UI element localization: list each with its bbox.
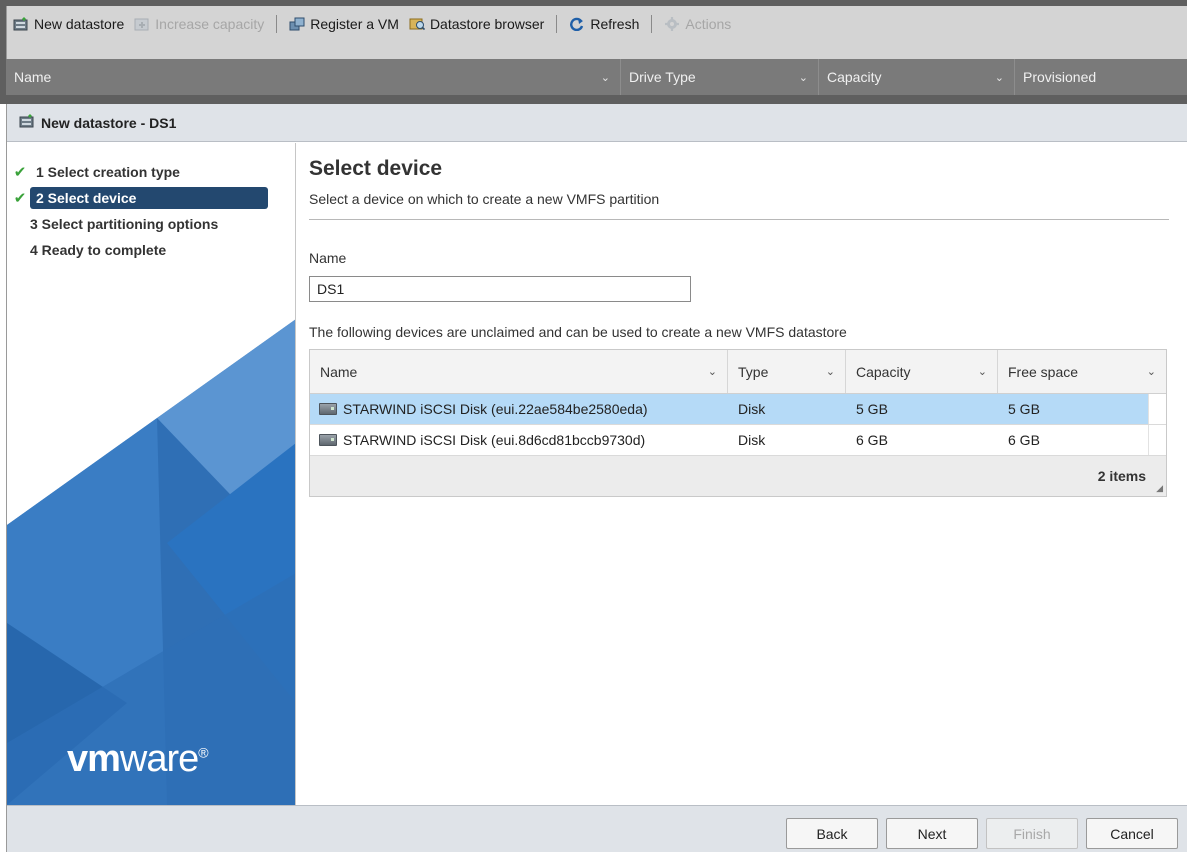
column-header-type[interactable]: Type ⌄	[728, 350, 846, 393]
new-datastore-icon	[13, 17, 29, 31]
chevron-down-icon: ⌄	[977, 366, 987, 378]
chevron-down-icon: ⌄	[707, 366, 717, 378]
increase-capacity-icon	[134, 17, 150, 31]
main-toolbar: New datastore Increase capacity Register…	[6, 6, 1187, 65]
table-row[interactable]: STARWIND iSCSI Disk (eui.22ae584be2580ed…	[310, 394, 1166, 425]
increase-capacity-button[interactable]: Increase capacity	[134, 16, 264, 32]
table-scrollbar[interactable]	[1148, 394, 1166, 424]
wizard-steps: ✔ 1 Select creation type ✔ 2 Select devi…	[7, 159, 295, 263]
new-datastore-dialog: New datastore - DS1 ✔ 1 Select creation …	[6, 104, 1187, 852]
toolbar-divider	[651, 15, 653, 33]
check-icon: ✔	[13, 190, 27, 207]
back-button[interactable]: Back	[786, 818, 878, 849]
column-header-name[interactable]: Name ⌄	[310, 350, 728, 393]
register-vm-label: Register a VM	[310, 16, 399, 32]
disk-icon	[319, 403, 337, 415]
next-button[interactable]: Next	[886, 818, 978, 849]
column-header-capacity[interactable]: Capacity ⌄	[846, 350, 998, 393]
toolbar-divider	[556, 15, 558, 33]
chevron-down-icon: ⌄	[994, 71, 1004, 84]
column-header-free-space[interactable]: Free space ⌄	[998, 350, 1166, 393]
vmware-logo: vmware®	[67, 738, 209, 780]
dialog-title: New datastore - DS1	[41, 114, 177, 131]
datastore-browser-button[interactable]: Datastore browser	[409, 16, 544, 32]
devices-description: The following devices are unclaimed and …	[309, 324, 847, 340]
table-scrollbar[interactable]	[1148, 425, 1166, 455]
table-header: Name ⌄ Type ⌄ Capacity ⌄ Free space ⌄	[310, 350, 1166, 394]
dialog-footer: Back Next Finish Cancel	[7, 805, 1187, 852]
bg-column-capacity[interactable]: Capacity ⌄	[819, 59, 1015, 95]
refresh-label: Refresh	[590, 16, 640, 32]
table-footer: 2 items ◢	[310, 456, 1166, 496]
bg-column-name[interactable]: Name ⌄	[6, 59, 621, 95]
actions-gear-icon	[664, 17, 680, 31]
disk-icon	[319, 434, 337, 446]
wizard-sidebar: ✔ 1 Select creation type ✔ 2 Select devi…	[7, 143, 296, 805]
chevron-down-icon: ⌄	[600, 71, 610, 84]
new-datastore-label: New datastore	[34, 16, 125, 32]
step-select-device[interactable]: ✔ 2 Select device	[7, 185, 295, 211]
item-count: 2 items	[1097, 468, 1146, 484]
check-icon: ✔	[13, 164, 27, 181]
datastore-browser-label: Datastore browser	[429, 16, 545, 32]
chevron-down-icon: ⌄	[1146, 366, 1156, 378]
chevron-down-icon: ⌄	[825, 366, 835, 378]
step-select-partitioning-options[interactable]: 3 Select partitioning options	[7, 211, 295, 237]
finish-button[interactable]: Finish	[986, 818, 1078, 849]
refresh-button[interactable]: Refresh	[569, 16, 639, 32]
register-vm-icon	[289, 17, 305, 31]
page-subtitle: Select a device on which to create a new…	[309, 191, 1169, 220]
new-datastore-icon	[19, 114, 35, 131]
table-row[interactable]: STARWIND iSCSI Disk (eui.8d6cd81bccb9730…	[310, 425, 1166, 456]
chevron-down-icon: ⌄	[798, 71, 808, 84]
bg-column-drive-type[interactable]: Drive Type ⌄	[621, 59, 819, 95]
actions-label: Actions	[685, 16, 732, 32]
datastore-name-input[interactable]	[309, 276, 691, 302]
datastore-browser-icon	[409, 17, 426, 31]
dialog-title-bar: New datastore - DS1	[7, 104, 1187, 142]
step-ready-to-complete[interactable]: 4 Ready to complete	[7, 237, 295, 263]
background-column-header: Name ⌄ Drive Type ⌄ Capacity ⌄ Provisioned	[6, 59, 1187, 95]
toolbar-divider	[276, 15, 278, 33]
page-title: Select device	[309, 157, 443, 180]
register-vm-button[interactable]: Register a VM	[289, 16, 399, 32]
resize-grip-icon[interactable]: ◢	[1156, 483, 1163, 494]
new-datastore-button[interactable]: New datastore	[13, 16, 124, 32]
bg-column-provisioned[interactable]: Provisioned	[1015, 59, 1187, 95]
cancel-button[interactable]: Cancel	[1086, 818, 1178, 849]
increase-capacity-label: Increase capacity	[155, 16, 265, 32]
wizard-content: Select device Select a device on which t…	[309, 143, 1169, 805]
refresh-icon	[569, 17, 585, 32]
devices-table: Name ⌄ Type ⌄ Capacity ⌄ Free space ⌄ STARWI…	[309, 349, 1167, 497]
name-field-label: Name	[309, 250, 347, 266]
step-select-creation-type[interactable]: ✔ 1 Select creation type	[7, 159, 295, 185]
actions-button[interactable]: Actions	[664, 16, 731, 32]
